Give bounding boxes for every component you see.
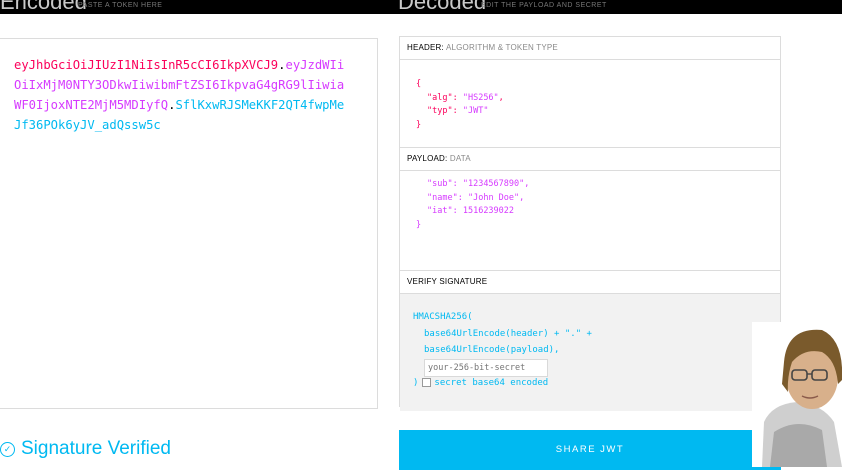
base64-checkbox[interactable] (422, 378, 432, 387)
header-line-typ: "typ": "JWT" (427, 106, 489, 116)
person-image (752, 322, 842, 467)
verify-line-hmac: HMACSHA256( (413, 312, 473, 322)
verify-signature-area: HMACSHA256( base64UrlEncode(header) + ".… (400, 294, 780, 411)
json-close-brace: } (416, 119, 422, 130)
header-line-alg: "alg": "HS256", (427, 92, 504, 103)
decoded-subheading: EDIT THE PAYLOAD AND SECRET (481, 2, 607, 9)
encoded-subheading: PASTE A TOKEN HERE (78, 2, 163, 9)
signature-status: ✓ Signature Verified (0, 438, 171, 460)
base64-checkbox-label: secret base64 encoded (434, 378, 549, 388)
encoded-heading: Encoded (0, 0, 87, 14)
top-bar: Encoded PASTE A TOKEN HERE Decoded EDIT … (0, 0, 842, 14)
header-json-editor[interactable]: { "alg": "HS256", "typ": "JWT" } (400, 60, 780, 148)
payload-title: PAYLOAD: (407, 154, 448, 163)
payload-line-sub: "sub": "1234567890", (427, 179, 530, 189)
payload-line-name: "name": "John Doe", (427, 192, 525, 203)
encoded-token-text[interactable]: eyJhbGciOiJIUzI1NiIsInR5cCI6IkpXVCJ9.eyJ… (14, 55, 350, 135)
share-jwt-button[interactable]: SHARE JWT (399, 430, 781, 470)
payload-section-title: PAYLOAD: DATA (400, 148, 780, 171)
payload-json-editor[interactable]: "sub": "1234567890", "name": "John Doe",… (400, 171, 780, 271)
signature-status-label: Signature Verified (21, 438, 171, 459)
header-title: HEADER: (407, 43, 444, 52)
verify-line-header: base64UrlEncode(header) + "." + (424, 328, 592, 339)
verify-line-close: ) secret base64 encoded (413, 378, 549, 388)
payload-subtitle: DATA (449, 154, 471, 163)
decoded-heading: Decoded (398, 0, 487, 14)
header-subtitle: ALGORITHM & TOKEN TYPE (445, 43, 558, 52)
check-circle-icon: ✓ (0, 441, 15, 457)
verify-section-title: VERIFY SIGNATURE (400, 271, 780, 294)
payload-line-iat: "iat": 1516239022 (427, 206, 515, 216)
secret-input[interactable] (424, 359, 548, 377)
json-open-brace: { (416, 79, 422, 89)
webcam-overlay (752, 322, 842, 467)
verify-line-payload: base64UrlEncode(payload), (424, 345, 560, 355)
verify-code: HMACSHA256( base64UrlEncode(header) + ".… (413, 309, 592, 392)
json-close-brace: } (416, 219, 422, 230)
header-section-title: HEADER: ALGORITHM & TOKEN TYPE (400, 37, 780, 60)
token-dot: . (278, 58, 286, 72)
decoded-panel: HEADER: ALGORITHM & TOKEN TYPE { "alg": … (399, 36, 781, 411)
token-header-part: eyJhbGciOiJIUzI1NiIsInR5cCI6IkpXVCJ9 (14, 58, 279, 72)
